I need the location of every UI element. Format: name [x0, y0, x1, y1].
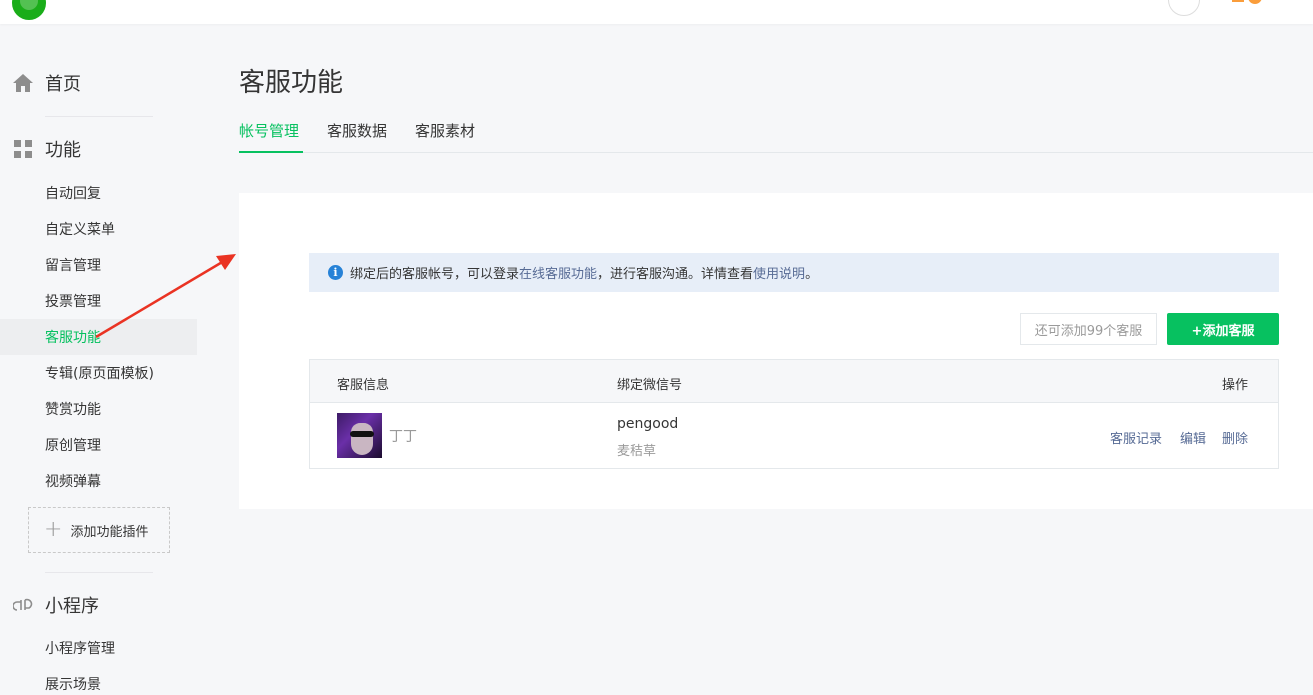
notification-indicator: [1232, 0, 1244, 2]
sidebar-item-label: 留言管理: [45, 258, 101, 274]
sidebar-item-label: 视频弹幕: [45, 474, 101, 490]
sidebar-item-label: 自动回复: [45, 186, 101, 202]
sidebar-item-custom-menu[interactable]: 自定义菜单: [0, 211, 197, 247]
add-service-button[interactable]: +添加客服: [1167, 313, 1279, 345]
notice-text: 。: [805, 267, 819, 282]
wechat-id: pengood: [617, 416, 679, 432]
wechat-logo[interactable]: [12, 0, 46, 20]
notice-text: 绑定后的客服帐号，可以登录: [350, 267, 520, 282]
sidebar-divider: [45, 116, 153, 117]
sidebar: 首页 功能 自动回复 自定义菜单 留言管理 投票管理 客服功能 专辑(原页面模板…: [0, 24, 210, 695]
header-service-info: 客服信息: [337, 378, 390, 393]
sidebar-item-label: 投票管理: [45, 294, 101, 310]
usage-guide-link[interactable]: 使用说明: [753, 263, 805, 282]
sidebar-item-features[interactable]: 功能: [0, 129, 210, 169]
plus-icon: +: [44, 517, 63, 542]
sidebar-item-auto-reply[interactable]: 自动回复: [0, 175, 197, 211]
sidebar-item-video-danmaku[interactable]: 视频弹幕: [0, 463, 197, 499]
sidebar-item-label: 客服功能: [45, 330, 101, 346]
tab-service-materials[interactable]: 客服素材: [415, 120, 475, 153]
sidebar-item-label: 自定义菜单: [45, 222, 115, 238]
header-bound-wechat: 绑定微信号: [617, 378, 683, 393]
sidebar-item-label: 原创管理: [45, 438, 101, 454]
sidebar-divider: [45, 572, 153, 573]
delete-link[interactable]: 删除: [1222, 428, 1248, 447]
top-bar: [0, 0, 1313, 24]
wechat-nickname: 麦秸草: [617, 444, 657, 459]
edit-link[interactable]: 编辑: [1180, 428, 1206, 447]
sidebar-item-comments[interactable]: 留言管理: [0, 247, 197, 283]
sidebar-item-label: 功能: [45, 140, 81, 161]
table-header: 客服信息 绑定微信号 操作: [310, 360, 1278, 403]
grid-icon: [12, 138, 34, 160]
tab-account-management[interactable]: 帐号管理: [239, 120, 303, 153]
info-notice: i 绑定后的客服帐号，可以登录 在线客服功能 ，进行客服沟通。详情查看 使用说明…: [309, 253, 1279, 292]
info-icon: i: [328, 265, 343, 280]
sidebar-item-home[interactable]: 首页: [0, 63, 210, 103]
sidebar-item-votes[interactable]: 投票管理: [0, 283, 197, 319]
sidebar-item-miniprogram[interactable]: 小程序: [0, 585, 210, 625]
sidebar-item-label: 小程序: [45, 596, 99, 617]
sidebar-item-customer-service[interactable]: 客服功能: [0, 319, 197, 355]
home-icon: [12, 72, 34, 94]
sidebar-item-original[interactable]: 原创管理: [0, 427, 197, 463]
tab-bar: 帐号管理 客服数据 客服素材: [239, 120, 1313, 153]
notice-text: ，进行客服沟通。详情查看: [597, 267, 754, 282]
sidebar-item-display-scenes[interactable]: 展示场景: [0, 666, 197, 695]
sidebar-item-rewards[interactable]: 赞赏功能: [0, 391, 197, 427]
page-title: 客服功能: [239, 68, 344, 98]
add-plugin-button[interactable]: + 添加功能插件: [28, 507, 170, 553]
tab-service-data[interactable]: 客服数据: [327, 120, 387, 153]
service-record-link[interactable]: 客服记录: [1110, 428, 1162, 447]
sidebar-item-label: 展示场景: [45, 677, 101, 693]
sidebar-item-label: 首页: [45, 74, 81, 95]
service-avatar: [337, 413, 382, 458]
sidebar-item-label: 小程序管理: [45, 641, 115, 657]
service-account-table: 客服信息 绑定微信号 操作 丁丁 pengood 麦秸草 客服记录 编辑 删除: [309, 359, 1279, 469]
quota-indicator: 还可添加99个客服: [1020, 313, 1157, 345]
online-service-link[interactable]: 在线客服功能: [519, 263, 597, 282]
service-name: 丁丁: [389, 429, 417, 445]
add-plugin-label: 添加功能插件: [70, 524, 149, 540]
sidebar-item-albums[interactable]: 专辑(原页面模板): [0, 355, 197, 391]
header-operations: 操作: [1222, 378, 1249, 393]
notification-badge[interactable]: [1248, 0, 1262, 4]
sidebar-item-miniprogram-manage[interactable]: 小程序管理: [0, 630, 197, 666]
user-avatar[interactable]: [1168, 0, 1200, 16]
sidebar-item-label: 专辑(原页面模板): [45, 366, 154, 382]
sidebar-item-label: 赞赏功能: [45, 402, 101, 418]
link-icon: [12, 594, 34, 616]
account-panel: i 绑定后的客服帐号，可以登录 在线客服功能 ，进行客服沟通。详情查看 使用说明…: [239, 193, 1313, 509]
